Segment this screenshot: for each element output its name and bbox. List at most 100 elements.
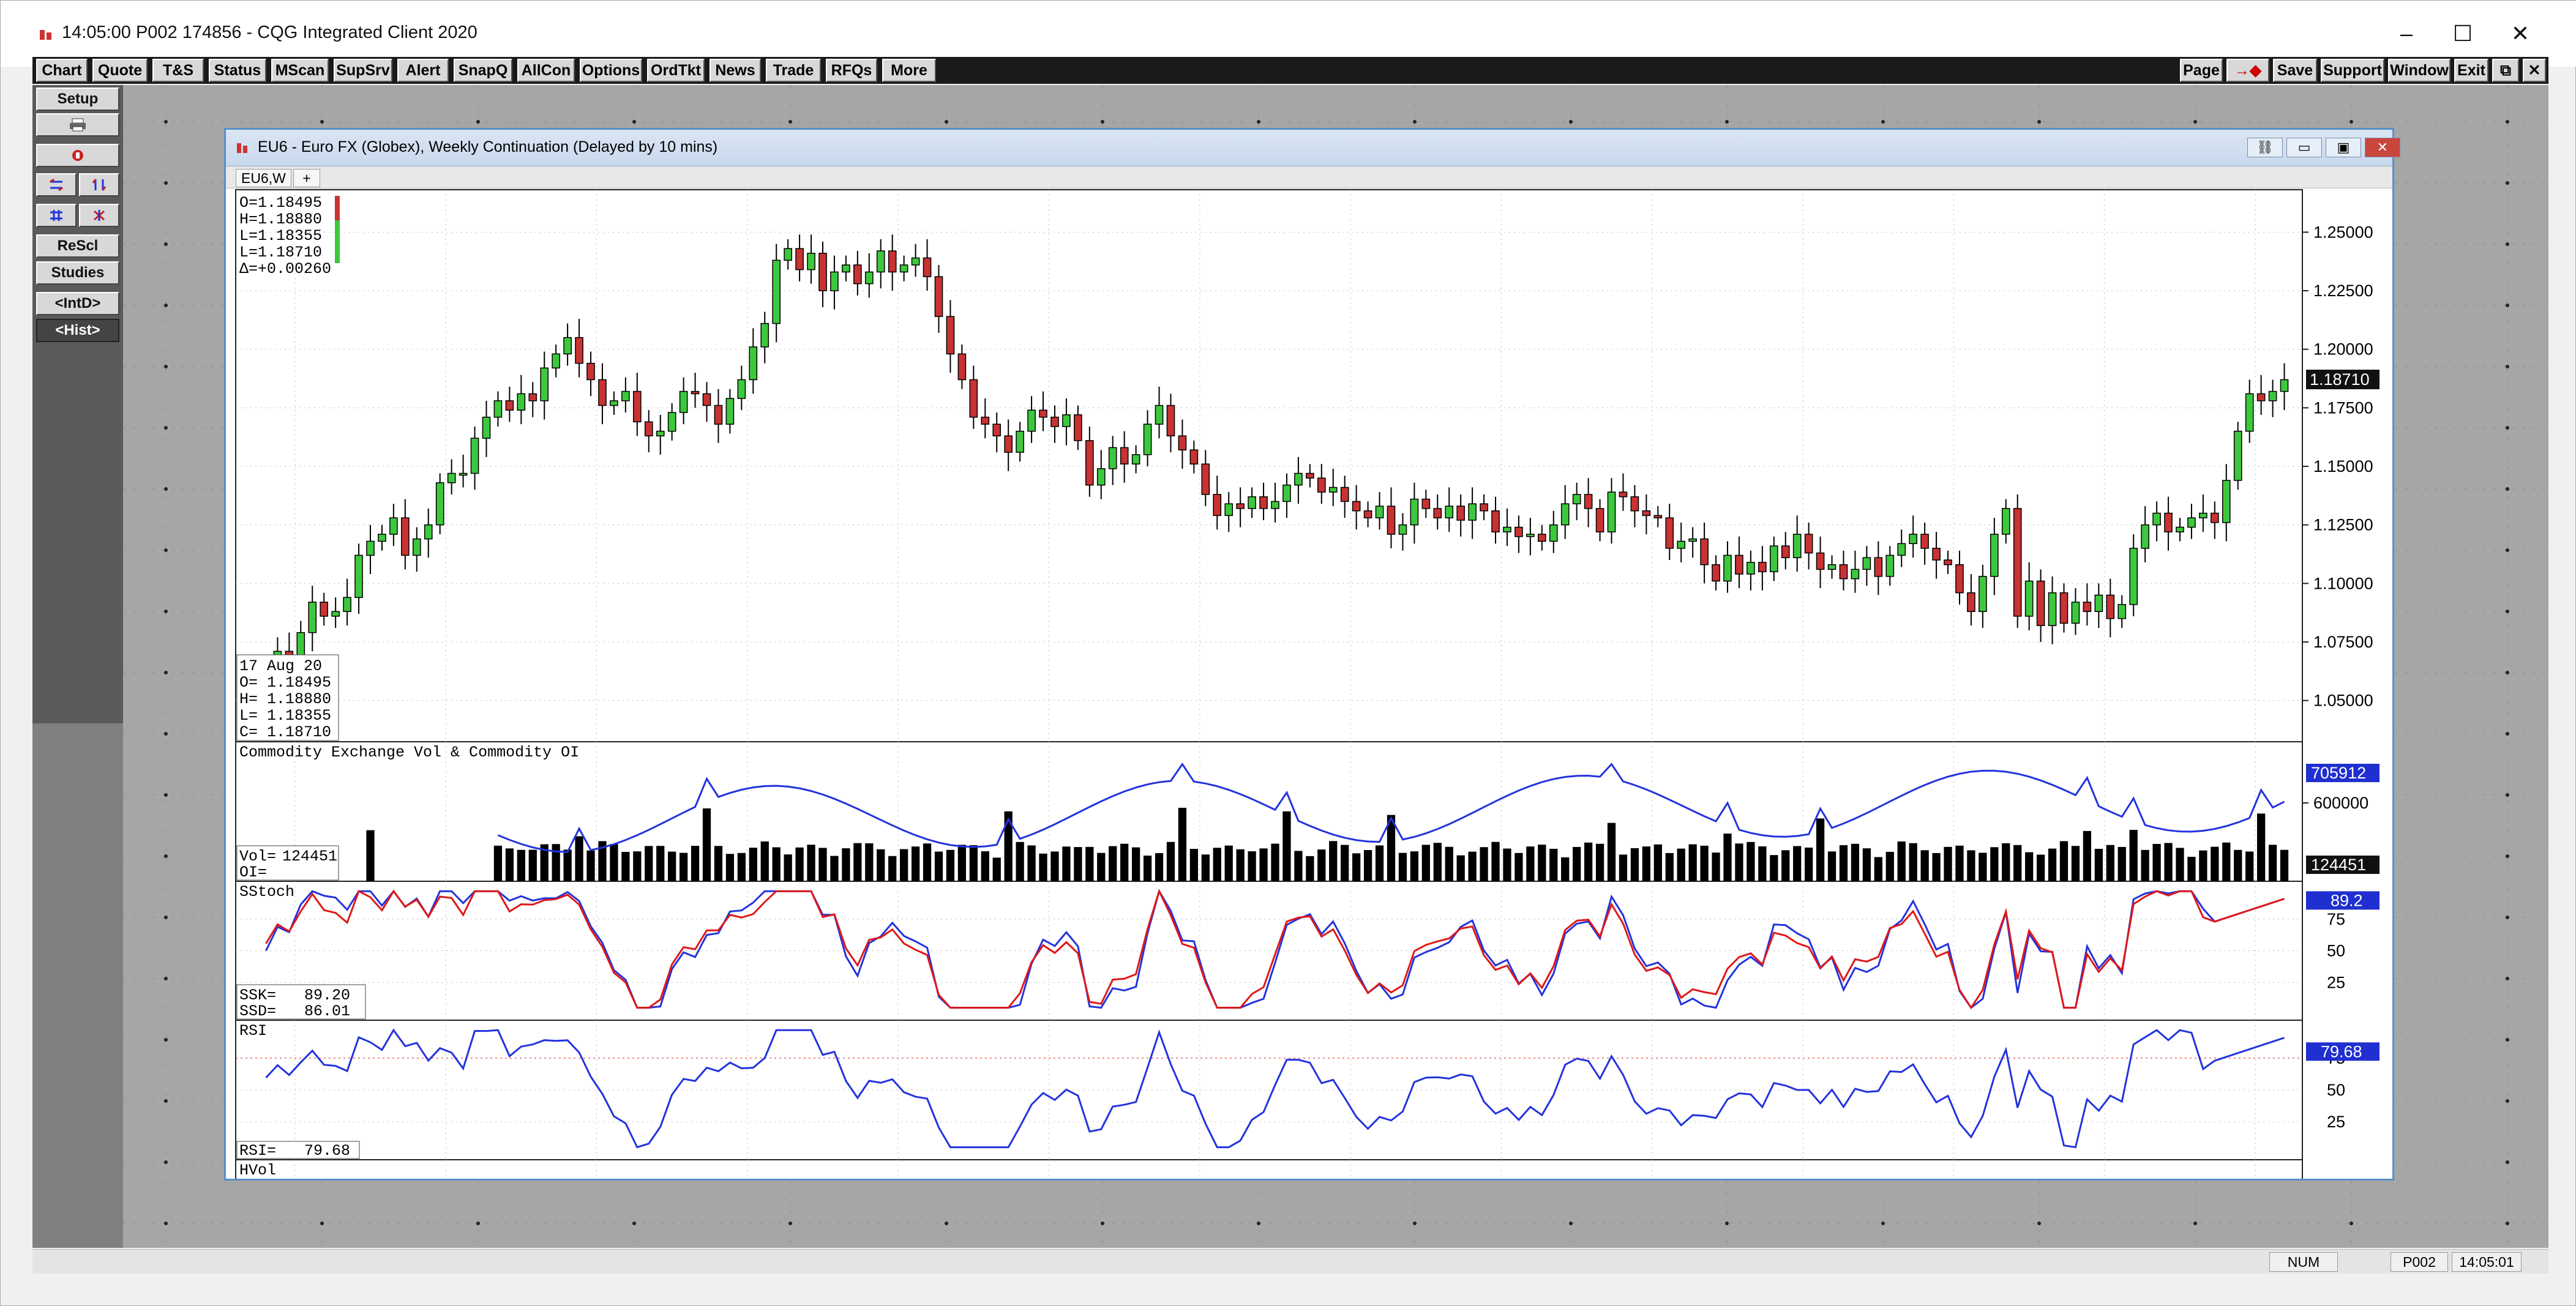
grid-dot xyxy=(2506,610,2509,613)
menu-news[interactable]: News xyxy=(710,59,761,82)
candle-body xyxy=(1700,538,1709,565)
menu-tands[interactable]: T&S xyxy=(152,59,204,82)
volume-bar xyxy=(1363,849,1372,881)
minimize-button[interactable]: – xyxy=(2379,14,2433,53)
candle-body xyxy=(563,337,572,355)
candle-body xyxy=(528,393,537,401)
candle-body xyxy=(1456,506,1465,521)
volume-bar xyxy=(1294,851,1303,881)
candle-body xyxy=(784,248,792,261)
menu-rfqs[interactable]: RFQs xyxy=(826,59,877,82)
candle-body xyxy=(1027,409,1036,432)
grid-dot xyxy=(164,242,168,246)
setup-button[interactable]: Setup xyxy=(36,88,119,111)
volume-bar xyxy=(366,830,375,881)
candle-body xyxy=(1155,405,1164,425)
volume-bar xyxy=(1341,845,1349,881)
volume-bar xyxy=(784,854,792,881)
candle-body xyxy=(1166,405,1175,437)
studies-button[interactable]: Studies xyxy=(36,261,119,285)
volume-bar xyxy=(1248,851,1256,881)
menu-chart[interactable]: Chart xyxy=(36,59,88,82)
volume-bar xyxy=(633,851,642,881)
chart-area[interactable]: 1.25000 1.22500 1.20000 1.17500 1.15000 1.125… xyxy=(226,130,2392,1179)
menu-exit[interactable]: Exit xyxy=(2454,59,2488,82)
menu-mscan[interactable]: MScan xyxy=(271,59,329,82)
candle-body xyxy=(1189,449,1199,465)
menu-trade[interactable]: Trade xyxy=(766,59,821,82)
candle-body xyxy=(1909,534,1917,545)
color-scheme-icon[interactable] xyxy=(36,144,119,167)
grid-dot xyxy=(2506,181,2509,185)
candle-body xyxy=(1851,569,1860,580)
printer-icon[interactable] xyxy=(36,113,119,136)
volume-bar xyxy=(1004,811,1013,881)
menu-supsrv[interactable]: SupSrv xyxy=(334,59,392,82)
menu-status[interactable]: Status xyxy=(209,59,266,82)
maximize-button[interactable]: ☐ xyxy=(2436,14,2490,53)
candle-body xyxy=(1120,447,1129,465)
close-icon[interactable]: ✕ xyxy=(2523,59,2546,82)
candle-body xyxy=(1062,414,1071,427)
grid-dot xyxy=(164,1038,168,1042)
volume-bar xyxy=(1723,834,1732,881)
historical-button[interactable]: <Hist> xyxy=(36,319,119,342)
menu-more[interactable]: More xyxy=(882,59,936,82)
candle-body xyxy=(1248,496,1256,509)
volume-bar xyxy=(1155,853,1164,881)
volume-bar xyxy=(1027,845,1036,881)
grid-dot xyxy=(2506,1099,2509,1103)
candle-body xyxy=(1665,517,1674,549)
scroll-left-icon[interactable] xyxy=(36,173,77,196)
menu-allcon[interactable]: AllCon xyxy=(517,59,575,82)
menu-alert[interactable]: Alert xyxy=(397,59,449,82)
volume-bar xyxy=(1213,848,1221,881)
menu-window[interactable]: Window xyxy=(2388,59,2451,82)
volume-bar xyxy=(1039,853,1047,881)
candle-body xyxy=(1236,503,1245,509)
main-toolbar: Chart Quote T&S Status MScan SupSrv Aler… xyxy=(32,57,2548,84)
candle-body xyxy=(899,264,908,273)
volume-bar xyxy=(1619,854,1628,881)
menu-support[interactable]: Support xyxy=(2321,59,2384,82)
zoom-out-icon[interactable] xyxy=(79,204,119,227)
zoom-in-icon[interactable] xyxy=(36,204,77,227)
volume-bar xyxy=(1271,843,1279,881)
grid-dot xyxy=(2506,548,2509,552)
volume-bar xyxy=(610,844,618,881)
scroll-right-icon[interactable] xyxy=(79,173,119,196)
menu-save[interactable]: Save xyxy=(2273,59,2317,82)
candle-body xyxy=(1468,503,1477,521)
candle-body xyxy=(2024,580,2034,617)
candle-body xyxy=(1178,435,1187,450)
volume-bar xyxy=(1503,848,1511,881)
menu-page[interactable]: Page xyxy=(2180,59,2223,82)
candle-body xyxy=(1282,484,1291,502)
menu-quote[interactable]: Quote xyxy=(92,59,148,82)
candle-body xyxy=(2083,602,2092,612)
candle-body xyxy=(957,353,967,381)
intraday-button[interactable]: <IntD> xyxy=(36,292,119,315)
candle-body xyxy=(2013,508,2022,617)
volume-bar xyxy=(877,849,885,881)
volume-bar xyxy=(1120,843,1129,881)
status-bar: NUM P002 14:05:01 xyxy=(32,1249,2548,1274)
grid-dot xyxy=(164,365,168,368)
link-icon[interactable]: →◆ xyxy=(2226,59,2269,82)
grid-dot xyxy=(164,977,168,980)
menu-options[interactable]: Options xyxy=(580,59,642,82)
candle-body xyxy=(992,424,1002,437)
rsi-value: 79.68 xyxy=(304,1142,350,1160)
volume-bar xyxy=(1874,857,1882,881)
menu-snapq[interactable]: SnapQ xyxy=(454,59,512,82)
legend-bar-down xyxy=(335,196,340,220)
grid-dot xyxy=(1725,1222,1729,1225)
grid-dot xyxy=(164,854,168,858)
close-button[interactable]: ✕ xyxy=(2493,14,2547,53)
volume-bar xyxy=(1770,855,1778,881)
menu-ordtkt[interactable]: OrdTkt xyxy=(647,59,705,82)
rescale-button[interactable]: ReScl xyxy=(36,234,119,258)
restore-icon[interactable]: ⧉ xyxy=(2492,59,2519,82)
candle-body xyxy=(1433,508,1442,518)
cursor-box-line: L= 1.18355 xyxy=(239,707,331,725)
